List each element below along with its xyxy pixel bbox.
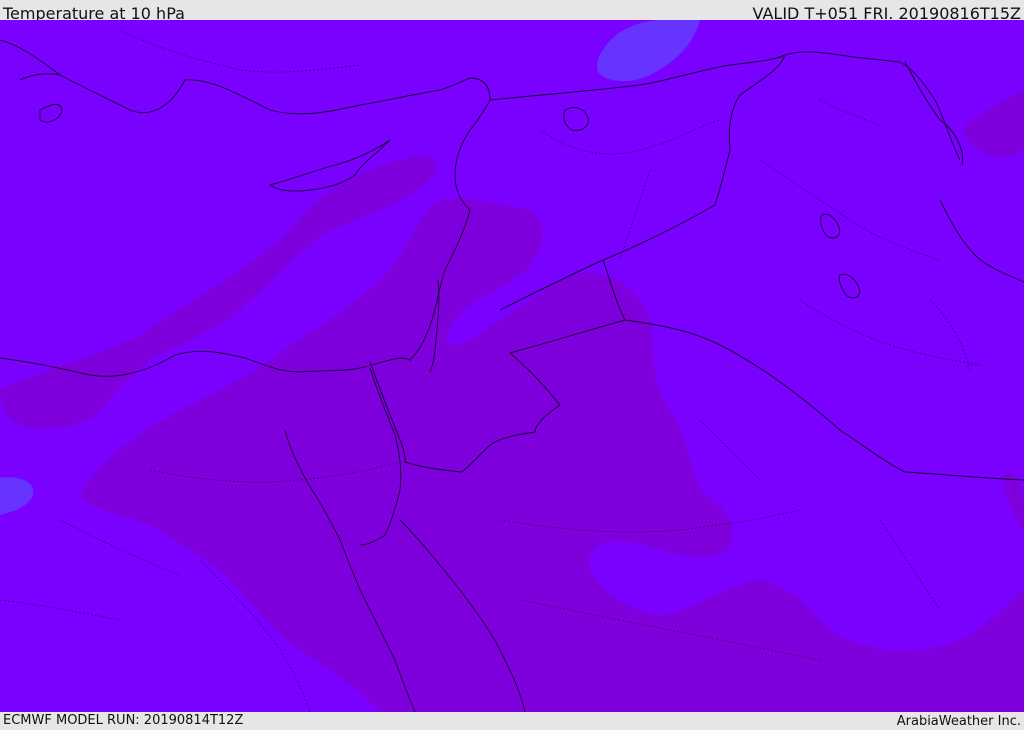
footer-bar: ECMWF MODEL RUN: 20190814T12Z ArabiaWeat… xyxy=(0,712,1024,729)
model-run-label: ECMWF MODEL RUN: 20190814T12Z xyxy=(3,713,244,728)
credit-label: ArabiaWeather Inc. xyxy=(896,714,1021,729)
temperature-map[interactable] xyxy=(0,20,1024,712)
header-bar: Temperature at 10 hPa VALID T+051 FRI. 2… xyxy=(0,0,1024,23)
